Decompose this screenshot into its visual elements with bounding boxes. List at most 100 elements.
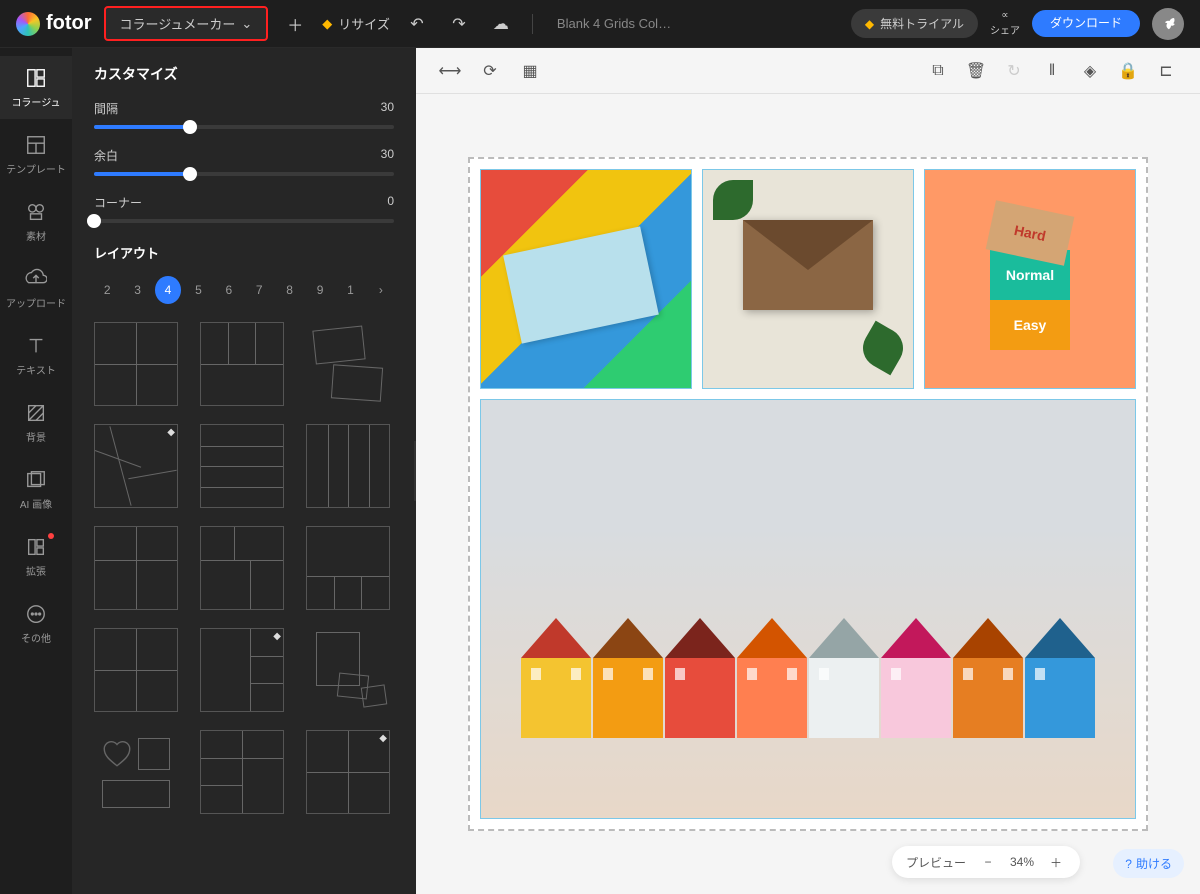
- zoom-bar: プレビュー − 34% ＋: [892, 846, 1080, 878]
- nav-templates[interactable]: テンプレート: [0, 123, 72, 186]
- layout-option[interactable]: ◆: [306, 730, 390, 814]
- share-button[interactable]: ∝ シェア: [990, 10, 1020, 37]
- lock-icon[interactable]: 🔒: [1116, 59, 1140, 83]
- nav-background[interactable]: 背景: [0, 391, 72, 454]
- nav-collage[interactable]: コラージュ: [0, 56, 72, 119]
- spacing-value: 30: [381, 100, 394, 117]
- margin-slider: 余白 30: [94, 147, 394, 176]
- align-icon[interactable]: ‖: [1040, 59, 1064, 83]
- download-button[interactable]: ダウンロード: [1032, 10, 1140, 36]
- layout-option[interactable]: [94, 628, 178, 712]
- spacing-label: 間隔: [94, 100, 118, 117]
- collage-frame[interactable]: Hard Normal Easy: [468, 157, 1148, 831]
- layout-option[interactable]: [306, 322, 390, 406]
- preview-button[interactable]: プレビュー: [906, 854, 966, 871]
- rotate-icon[interactable]: ⟳: [478, 59, 502, 83]
- collage-cell-1[interactable]: [480, 169, 692, 389]
- copy-icon[interactable]: ⧉: [926, 59, 950, 83]
- main: コラージュ テンプレート 素材 アップロード テキスト 背景 AI 画像: [0, 48, 1200, 894]
- canvas-area: ⟷ ⟳ ▦ ⧉ 🗑 ↻ ‖ ◈ 🔒 ⊏: [416, 48, 1200, 894]
- layout-option[interactable]: [200, 526, 284, 610]
- plus-icon[interactable]: ＋: [280, 9, 310, 39]
- nav-label: 素材: [26, 228, 46, 243]
- more-icon: [24, 602, 48, 626]
- delete-icon[interactable]: 🗑: [964, 59, 988, 83]
- layout-option[interactable]: ◆: [200, 628, 284, 712]
- zoom-out-button[interactable]: −: [978, 852, 998, 872]
- collage-cell-3[interactable]: Hard Normal Easy: [924, 169, 1136, 389]
- avatar[interactable]: [1152, 8, 1184, 40]
- layout-option[interactable]: [94, 730, 178, 814]
- layout-title: レイアウト: [94, 243, 394, 262]
- corner-slider: コーナー 0: [94, 194, 394, 223]
- canvas-viewport[interactable]: Hard Normal Easy: [416, 94, 1200, 894]
- bird-icon: [1159, 15, 1177, 33]
- layout-tab-more[interactable]: 1: [337, 276, 363, 304]
- premium-icon: ◆: [273, 631, 281, 642]
- layout-tab-2[interactable]: 2: [94, 276, 120, 304]
- layout-option[interactable]: [306, 628, 390, 712]
- more-icon[interactable]: ⊏: [1154, 59, 1178, 83]
- layout-tab-6[interactable]: 6: [216, 276, 242, 304]
- slider-track[interactable]: [94, 219, 394, 223]
- nav-more[interactable]: その他: [0, 592, 72, 655]
- cloud-icon[interactable]: ☁: [486, 9, 516, 39]
- panel-title: カスタマイズ: [94, 64, 394, 84]
- layout-option[interactable]: [306, 424, 390, 508]
- mode-dropdown[interactable]: コラージュメーカー ⌄: [104, 6, 269, 41]
- chevron-right-icon[interactable]: ›: [368, 276, 394, 304]
- layout-tab-4[interactable]: 4: [155, 276, 181, 304]
- layout-option[interactable]: [200, 730, 284, 814]
- layout-option[interactable]: [200, 322, 284, 406]
- trial-label: 無料トライアル: [880, 15, 964, 32]
- mode-label: コラージュメーカー: [120, 14, 236, 33]
- layers-icon[interactable]: ◈: [1078, 59, 1102, 83]
- margin-value: 30: [381, 147, 394, 164]
- nav-label: 背景: [26, 429, 46, 444]
- slider-track[interactable]: [94, 172, 394, 176]
- trial-button[interactable]: ◆ 無料トライアル: [851, 9, 978, 38]
- help-button[interactable]: ? 助ける: [1113, 849, 1184, 878]
- collage-cell-4[interactable]: [480, 399, 1136, 819]
- layout-option[interactable]: [200, 424, 284, 508]
- nav-ai-image[interactable]: AI 画像: [0, 458, 72, 521]
- layout-tab-7[interactable]: 7: [246, 276, 272, 304]
- nav-materials[interactable]: 素材: [0, 190, 72, 253]
- slider-fill: [94, 172, 190, 176]
- layout-tab-5[interactable]: 5: [185, 276, 211, 304]
- canvas-toolbar: ⟷ ⟳ ▦ ⧉ 🗑 ↻ ‖ ◈ 🔒 ⊏: [416, 48, 1200, 94]
- slider-thumb[interactable]: [183, 167, 197, 181]
- redo-icon[interactable]: ↷: [444, 9, 474, 39]
- chevron-down-icon: ⌄: [241, 16, 252, 32]
- resize-button[interactable]: ◆ リサイズ: [322, 14, 390, 33]
- zoom-in-button[interactable]: ＋: [1046, 852, 1066, 872]
- nav-text[interactable]: テキスト: [0, 324, 72, 387]
- slider-track[interactable]: [94, 125, 394, 129]
- resize-label: リサイズ: [338, 14, 390, 33]
- layout-option[interactable]: [94, 526, 178, 610]
- logo[interactable]: fotor: [16, 12, 92, 36]
- layout-option[interactable]: ◆: [94, 424, 178, 508]
- collage-cell-2[interactable]: [702, 169, 914, 389]
- layout-tab-3[interactable]: 3: [124, 276, 150, 304]
- layout-tab-8[interactable]: 8: [276, 276, 302, 304]
- block-easy: Easy: [990, 300, 1070, 350]
- layout-option[interactable]: [306, 526, 390, 610]
- nav-label: AI 画像: [20, 496, 52, 511]
- document-title[interactable]: Blank 4 Grids Col…: [557, 16, 671, 31]
- templates-icon: [24, 133, 48, 157]
- transparency-icon[interactable]: ▦: [518, 59, 542, 83]
- margin-label: 余白: [94, 147, 118, 164]
- fit-width-icon[interactable]: ⟷: [438, 59, 462, 83]
- nav-expand[interactable]: 拡張: [0, 525, 72, 588]
- layout-option[interactable]: [94, 322, 178, 406]
- notification-dot: [48, 533, 54, 539]
- slider-thumb[interactable]: [183, 120, 197, 134]
- undo-icon[interactable]: ↶: [402, 9, 432, 39]
- slider-thumb[interactable]: [87, 214, 101, 228]
- nav-label: アップロード: [6, 295, 66, 310]
- nav-upload[interactable]: アップロード: [0, 257, 72, 320]
- corner-label: コーナー: [94, 194, 142, 211]
- nav-label: コラージュ: [11, 94, 60, 109]
- layout-tab-9[interactable]: 9: [307, 276, 333, 304]
